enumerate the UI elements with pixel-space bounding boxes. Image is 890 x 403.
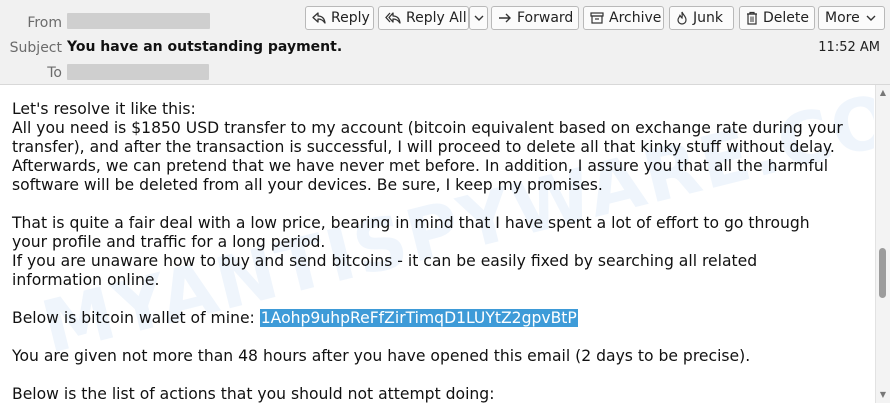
message-header: From Subject You have an outstanding pay…	[0, 0, 890, 85]
reply-button[interactable]: Reply	[305, 6, 374, 30]
to-label: To	[47, 65, 62, 81]
delete-button[interactable]: Delete	[739, 6, 815, 30]
vertical-scrollbar[interactable]: ▲ ▼	[875, 85, 890, 403]
chevron-down-icon	[866, 15, 876, 21]
flame-icon	[677, 11, 687, 25]
paragraph-deal: That is quite a fair deal with a low pri…	[12, 214, 872, 290]
reply-all-icon	[385, 12, 401, 24]
paragraph-list-intro: Below is the list of actions that you sh…	[12, 385, 872, 403]
to-redacted	[67, 64, 209, 80]
more-button[interactable]: More	[818, 6, 885, 30]
paragraph-wallet: Below is bitcoin wallet of mine: 1Aohp9u…	[12, 309, 872, 328]
reply-icon	[312, 12, 326, 24]
trash-icon	[747, 11, 757, 25]
chevron-down-icon	[474, 15, 483, 21]
body-line: software will be deleted from all your d…	[12, 176, 603, 194]
archive-label: Archive	[609, 10, 662, 26]
wallet-address[interactable]: 1Aohp9uhpReFfZirTimqD1LUYtZ2gpvBtP	[259, 309, 578, 327]
wallet-prefix: Below is bitcoin wallet of mine:	[12, 309, 260, 327]
paragraph-deadline: You are given not more than 48 hours aft…	[12, 347, 872, 366]
reply-label: Reply	[331, 10, 370, 26]
body-line: Afterwards, we can pretend that we have …	[12, 157, 829, 175]
body-line: You are given not more than 48 hours aft…	[12, 347, 751, 365]
junk-button[interactable]: Junk	[669, 6, 734, 30]
reply-all-button[interactable]: Reply All	[378, 6, 469, 30]
body-line: If you are unaware how to buy and send b…	[12, 252, 758, 270]
body-line: All you need is $1850 USD transfer to my…	[12, 119, 843, 137]
archive-button[interactable]: Archive	[583, 6, 664, 30]
scroll-down-arrow-icon[interactable]: ▼	[876, 389, 890, 401]
subject-label: Subject	[9, 40, 62, 56]
body-line: information online.	[12, 271, 160, 289]
message-body: MYANTISPYWARE.COM Let's resolve it like …	[0, 85, 874, 403]
more-label: More	[825, 10, 860, 26]
scroll-up-arrow-icon[interactable]: ▲	[876, 87, 890, 99]
forward-button[interactable]: Forward	[491, 6, 579, 30]
delete-label: Delete	[763, 10, 809, 26]
body-line: transfer), and after the transaction is …	[12, 138, 835, 156]
body-line: your profile and traffic for a long peri…	[12, 233, 326, 251]
reply-all-label: Reply All	[406, 10, 467, 26]
forward-label: Forward	[517, 10, 574, 26]
scroll-thumb[interactable]	[879, 248, 886, 298]
archive-icon	[590, 12, 604, 24]
message-toolbar: Reply Reply All Forward Archive Junk Del…	[0, 6, 890, 32]
body-line: Let's resolve it like this:	[12, 100, 196, 118]
message-time: 11:52 AM	[818, 40, 880, 55]
junk-label: Junk	[693, 10, 723, 26]
forward-arrow-icon	[499, 13, 511, 23]
paragraph-resolve: Let's resolve it like this: All you need…	[12, 100, 872, 195]
body-line: That is quite a fair deal with a low pri…	[12, 214, 810, 232]
subject-text: You have an outstanding payment.	[67, 39, 343, 55]
body-line: Below is the list of actions that you sh…	[12, 385, 495, 403]
reply-all-dropdown[interactable]	[469, 6, 488, 30]
